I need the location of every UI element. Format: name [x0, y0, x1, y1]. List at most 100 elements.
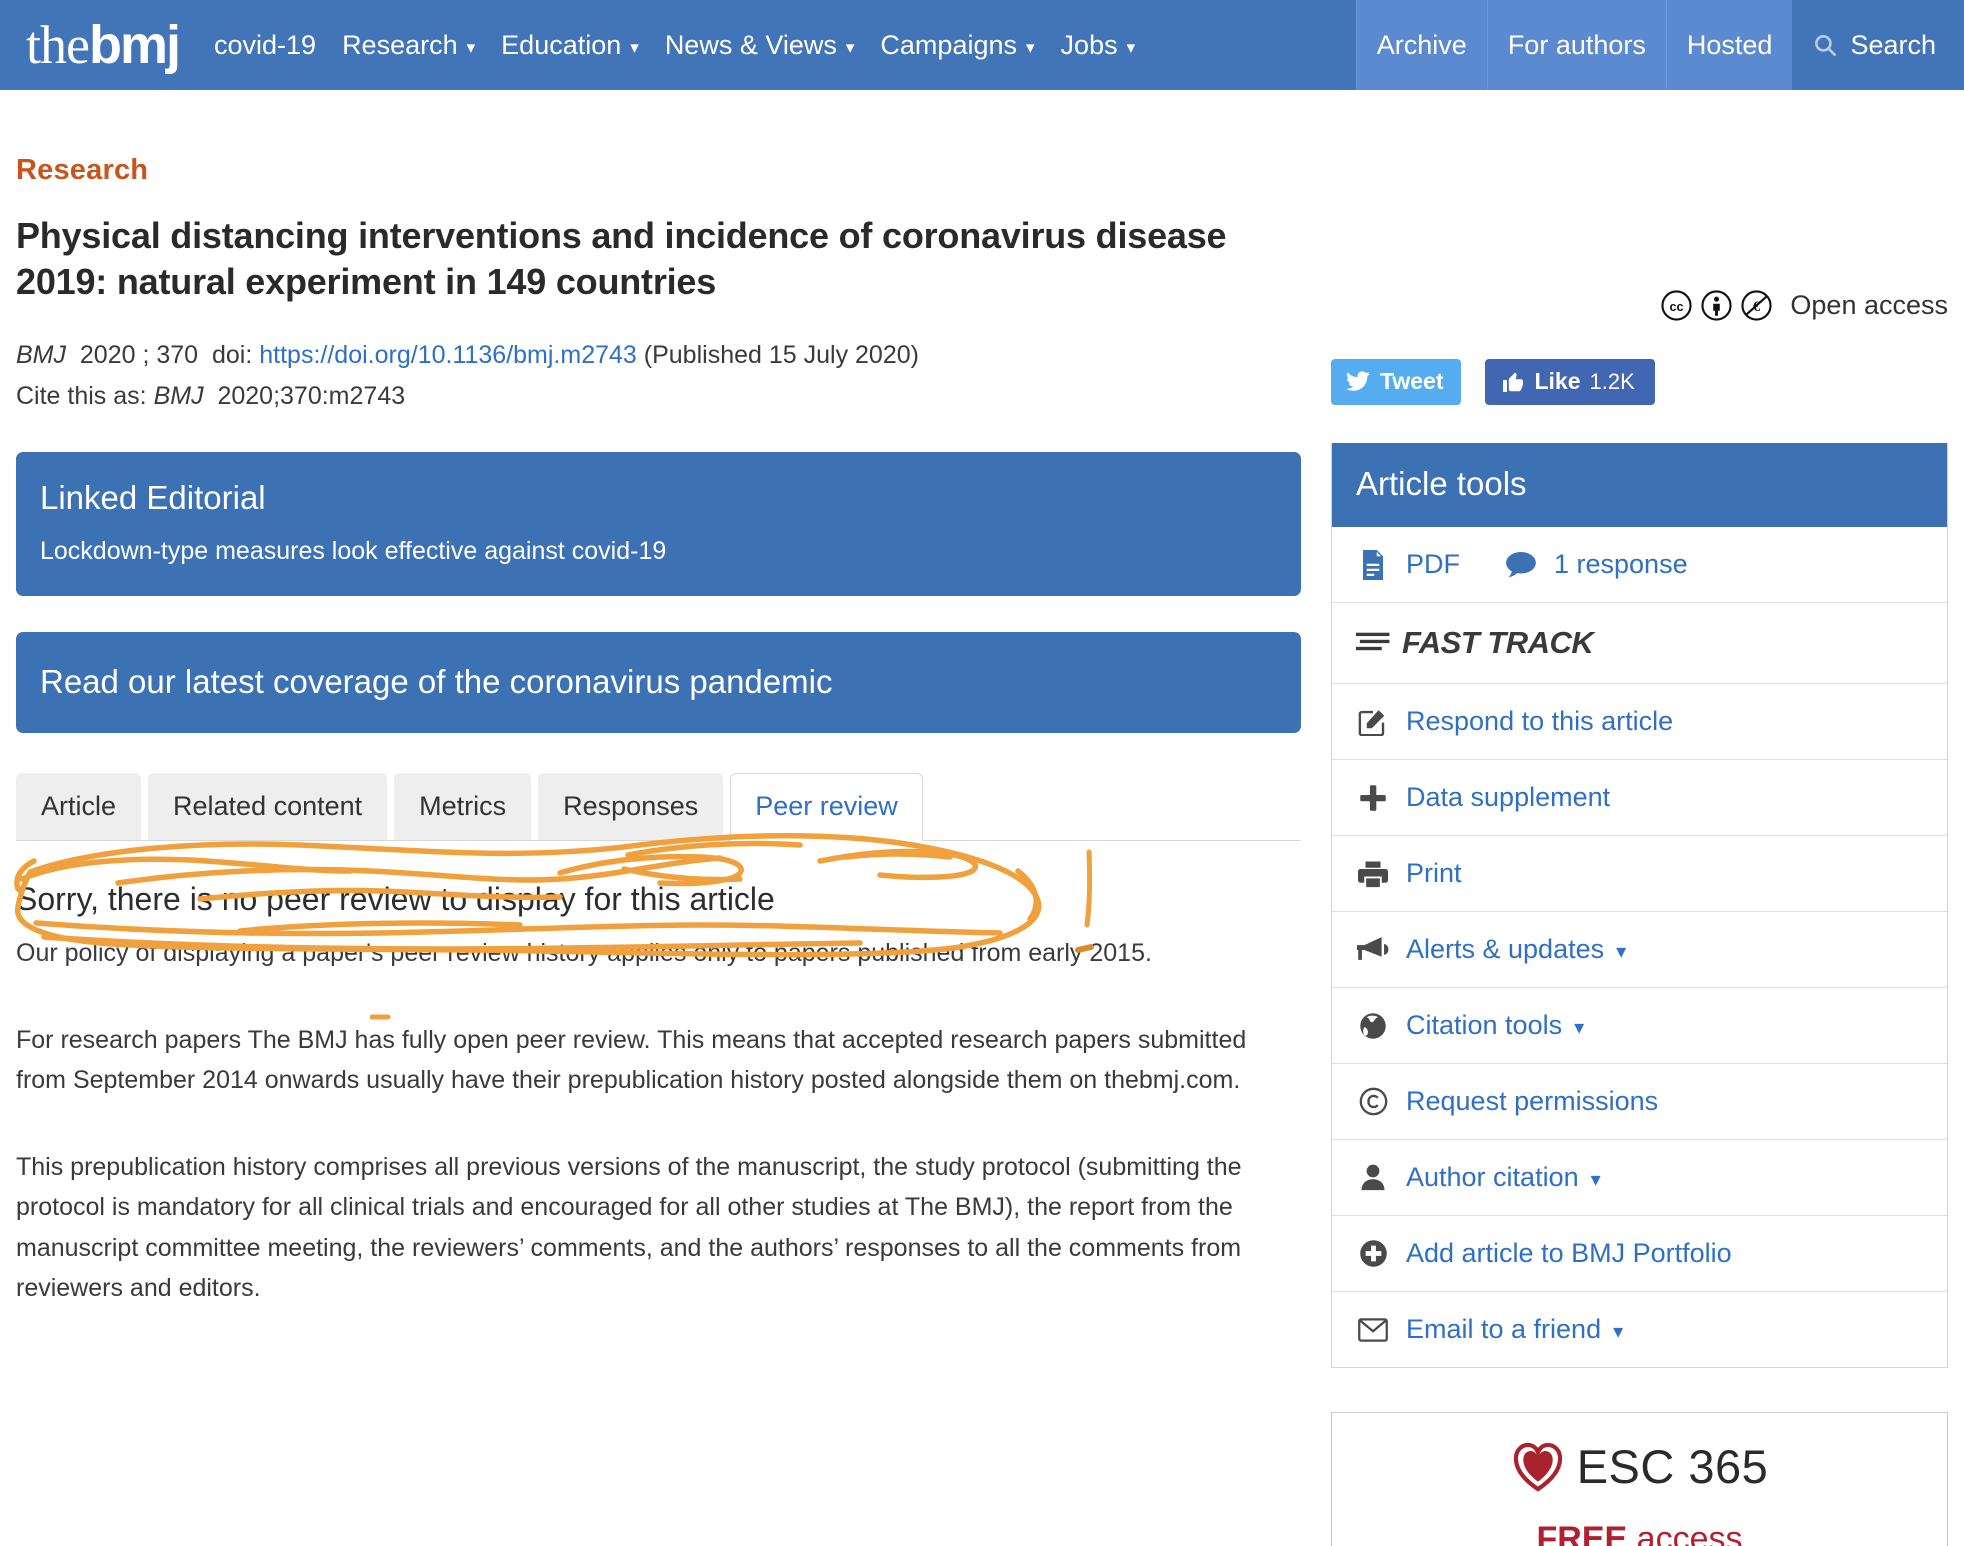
creative-commons-icons: cc € [1661, 290, 1773, 321]
top-navigation-bar: the bmj covid-19 Research ▾ Education ▾ N… [0, 0, 1964, 90]
citation-year: 2020 [79, 341, 136, 370]
responses-count-label: 1 response [1554, 549, 1688, 579]
tool-label-text: Author citation [1406, 1162, 1579, 1192]
fast-track-badge: FAST TRACK [1332, 603, 1947, 684]
journal-name: BMJ [16, 341, 66, 370]
no-peer-review-heading: Sorry, there is no peer review to displa… [16, 881, 775, 918]
tab-metrics[interactable]: Metrics [394, 773, 532, 841]
nav-item-label: News & Views [664, 29, 837, 60]
nav-item-campaigns[interactable]: Campaigns ▾ [867, 0, 1047, 90]
logo-bmj-text: bmj [88, 15, 181, 75]
plus-icon [1356, 784, 1390, 812]
nav-item-education[interactable]: Education ▾ [488, 0, 652, 90]
nav-item-hosted[interactable]: Hosted [1665, 0, 1793, 90]
open-peer-review-paragraph: For research papers The BMJ has fully op… [16, 1025, 1247, 1095]
article-section-kicker: Research [16, 154, 149, 186]
nav-item-covid-19[interactable]: covid-19 [201, 0, 329, 90]
nav-item-news-and-views[interactable]: News & Views ▾ [652, 0, 868, 90]
open-access-label: Open access [1790, 290, 1948, 320]
chevron-down-icon: ▾ [1616, 941, 1627, 963]
page-title: Physical distancing interventions and in… [16, 215, 1227, 303]
nav-item-research[interactable]: Research ▾ [329, 0, 488, 90]
banner-title: Read our latest coverage of the coronavi… [40, 662, 833, 700]
twitter-bird-icon [1345, 370, 1370, 391]
fast-track-label: FAST TRACK [1402, 625, 1594, 660]
tool-author-citation[interactable]: Author citation ▾ [1332, 1140, 1947, 1216]
tool-citation-tools[interactable]: Citation tools ▾ [1332, 988, 1947, 1064]
tool-print[interactable]: Print [1332, 836, 1947, 912]
chevron-down-icon: ▾ [1574, 1017, 1585, 1039]
chevron-down-icon: ▾ [1613, 1321, 1624, 1343]
tool-label: Citation tools ▾ [1406, 1010, 1584, 1041]
chevron-down-icon: ▾ [1590, 1169, 1601, 1191]
article-tools-panel: Article tools PDF 1 response FAST TRACK … [1331, 443, 1948, 1368]
nav-item-label: Campaigns [880, 29, 1017, 60]
published-date: (Published 15 July 2020) [643, 341, 919, 370]
heart-logo-icon [1513, 1442, 1562, 1492]
search-label: Search [1850, 29, 1936, 60]
fast-track-wrapper: FAST TRACK [1356, 625, 1594, 661]
responses-link[interactable]: 1 response [1504, 549, 1688, 580]
tool-data-supplement[interactable]: Data supplement [1332, 760, 1947, 836]
cc-nc-icon: € [1741, 290, 1773, 321]
tab-responses[interactable]: Responses [538, 773, 724, 841]
sidebar-column: cc € Open access Tweet [1331, 90, 1948, 1546]
tool-request-permissions[interactable]: Request permissions [1332, 1064, 1947, 1140]
bmj-logo[interactable]: the bmj [0, 0, 201, 90]
esc-365-advertisement[interactable]: ESC 365 FREE access to all content until… [1331, 1412, 1948, 1546]
advert-free-word: FREE [1536, 1520, 1628, 1546]
person-icon [1356, 1164, 1390, 1192]
advert-brand-label: ESC 365 [1576, 1440, 1769, 1493]
advert-access-word: access [1636, 1520, 1743, 1546]
advert-free-access-line: FREE access [1352, 1520, 1927, 1546]
search-icon [1815, 35, 1837, 57]
chevron-down-icon: ▾ [630, 37, 639, 57]
primary-nav-links: covid-19 Research ▾ Education ▾ News & V… [201, 0, 1148, 90]
tweet-label: Tweet [1380, 368, 1444, 394]
plus-circle-icon [1356, 1239, 1390, 1268]
pdf-link[interactable]: PDF [1356, 549, 1460, 580]
tool-alerts-and-updates[interactable]: Alerts & updates ▾ [1332, 912, 1947, 988]
nav-item-label: covid-19 [214, 29, 317, 60]
article-tabs: Article Related content Metrics Response… [16, 773, 1301, 842]
cc-by-icon [1701, 290, 1733, 321]
tab-peer-review[interactable]: Peer review [730, 773, 923, 842]
nav-item-jobs[interactable]: Jobs ▾ [1048, 0, 1149, 90]
tab-related-content[interactable]: Related content [148, 773, 388, 841]
linked-editorial-banner[interactable]: Linked Editorial Lockdown-type measures … [16, 452, 1301, 596]
cc-icon: cc [1661, 290, 1693, 321]
page-content: Research Physical distancing interventio… [0, 90, 1964, 1546]
prepublication-history-paragraph: This prepublication history comprises al… [16, 1152, 1242, 1303]
policy-paragraph: Our policy of displaying a paper's peer … [16, 939, 1152, 968]
logo-the-text: the [26, 15, 90, 75]
pdf-icon [1356, 549, 1390, 580]
pdf-label: PDF [1406, 549, 1460, 579]
advert-brand-line: ESC 365 [1352, 1439, 1927, 1494]
facebook-like-button[interactable]: Like 1.2K [1485, 359, 1655, 405]
nav-item-archive[interactable]: Archive [1355, 0, 1487, 90]
banner-subtitle: Lockdown-type measures look effective ag… [40, 536, 667, 565]
globe-icon [1356, 1012, 1390, 1040]
tool-respond-to-this-article[interactable]: Respond to this article [1332, 684, 1947, 760]
thumbs-up-icon [1503, 372, 1524, 392]
tool-label: Alerts & updates ▾ [1406, 934, 1626, 965]
tab-article[interactable]: Article [16, 773, 142, 841]
main-column: Research Physical distancing interventio… [14, 90, 1301, 1546]
doi-link[interactable]: https://doi.org/10.1136/bmj.m2743 [259, 341, 637, 369]
tool-label-text: Email to a friend [1406, 1314, 1602, 1344]
tool-label-text: Alerts & updates [1406, 934, 1605, 964]
tweet-button[interactable]: Tweet [1331, 359, 1462, 405]
fast-track-lines-icon [1356, 632, 1390, 651]
coronavirus-coverage-banner[interactable]: Read our latest coverage of the coronavi… [16, 631, 1301, 734]
printer-icon [1356, 860, 1390, 888]
nav-item-for-authors[interactable]: For authors [1486, 0, 1666, 90]
svg-text:cc: cc [1670, 300, 1684, 314]
tool-label: Author citation ▾ [1406, 1162, 1601, 1193]
search-button[interactable]: Search [1792, 0, 1964, 90]
tool-add-article-to-portfolio[interactable]: Add article to BMJ Portfolio [1332, 1216, 1947, 1292]
tool-label: Add article to BMJ Portfolio [1406, 1238, 1732, 1268]
cite-this-as-value: 2020;370:m2743 [217, 381, 406, 410]
tool-email-to-a-friend[interactable]: Email to a friend ▾ [1332, 1292, 1947, 1367]
tool-label: Print [1406, 858, 1462, 888]
tool-label: Data supplement [1406, 782, 1611, 812]
